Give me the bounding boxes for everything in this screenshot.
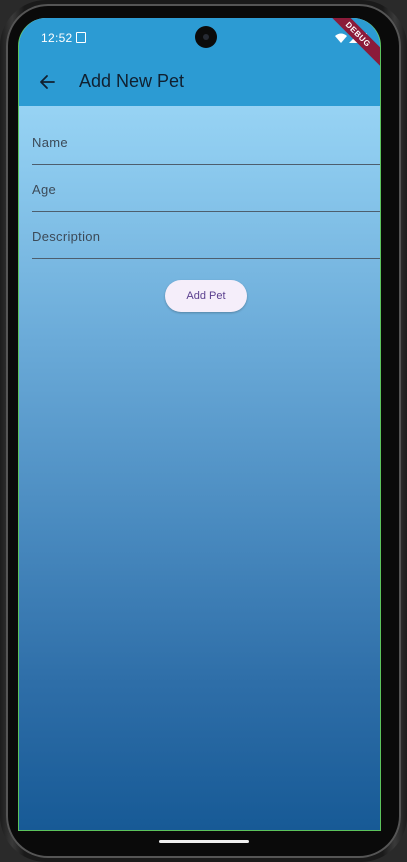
front-camera [195, 26, 217, 48]
arrow-left-icon [40, 75, 55, 89]
age-field[interactable]: Age [32, 153, 380, 212]
phone-frame: 12:52 Add New Pet DEBUG Name Age Descrip… [0, 0, 407, 862]
home-indicator[interactable] [159, 840, 249, 843]
description-input[interactable] [32, 222, 380, 252]
sim-icon [76, 32, 86, 43]
page-title: Add New Pet [79, 71, 185, 91]
name-field[interactable]: Name [32, 106, 380, 165]
description-field[interactable]: Description [32, 200, 380, 259]
app-bar: Add New Pet [19, 58, 380, 106]
add-pet-form: Name Age Description [32, 106, 380, 259]
back-button[interactable] [27, 62, 67, 102]
description-field-underline [32, 258, 380, 259]
app-screen: 12:52 Add New Pet DEBUG Name Age Descrip… [18, 18, 381, 831]
add-pet-button[interactable]: Add Pet [165, 280, 247, 312]
status-bar: 12:52 [19, 18, 380, 58]
wifi-icon [335, 33, 347, 43]
status-time: 12:52 [41, 31, 73, 45]
